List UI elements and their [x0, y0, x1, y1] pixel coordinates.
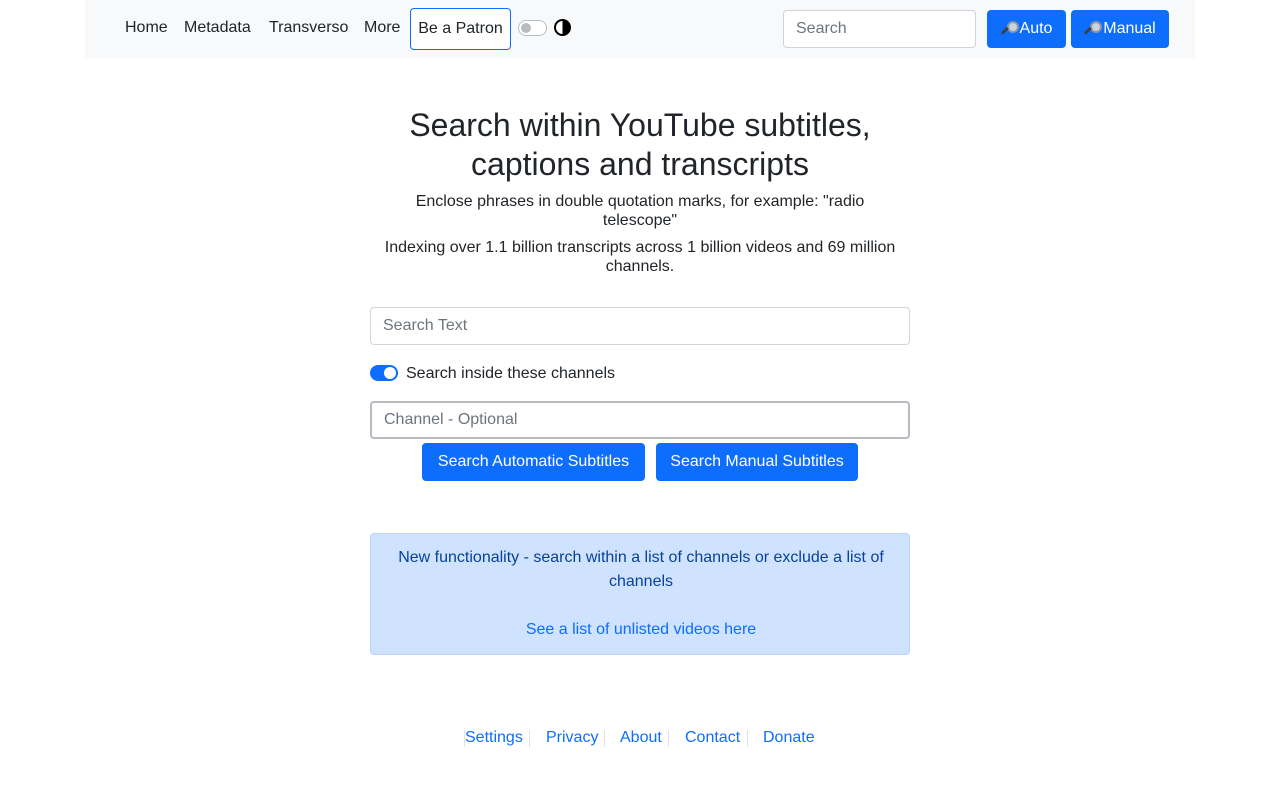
index-stats: Indexing over 1.1 billion transcripts ac… — [384, 239, 896, 275]
manual-search-button[interactable]: Manual — [1071, 10, 1169, 48]
search-automatic-subtitles-button[interactable]: Search Automatic Subtitles — [422, 443, 645, 481]
magnifier-icon — [1084, 20, 1103, 38]
unlisted-videos-link[interactable]: See a list of unlisted videos here — [371, 618, 911, 642]
channel-toggle-label[interactable]: Search inside these channels — [406, 364, 615, 383]
channel-input[interactable] — [370, 401, 910, 439]
footer-link-donate[interactable]: Donate — [763, 727, 815, 749]
be-a-patron-button[interactable]: Be a Patron — [410, 8, 511, 50]
channel-toggle-knob — [384, 367, 396, 379]
search-manual-subtitles-button[interactable]: Search Manual Subtitles — [656, 443, 858, 481]
info-alert: New functionality - search within a list… — [370, 533, 910, 655]
contrast-icon[interactable] — [554, 19, 571, 36]
auto-search-label: Auto — [1019, 20, 1053, 37]
footer-link-about[interactable]: About — [620, 727, 662, 749]
auto-search-button[interactable]: Auto — [987, 10, 1066, 48]
channel-search-toggle[interactable] — [370, 365, 398, 381]
footer-divider — [529, 730, 530, 747]
nav-link-home[interactable]: Home — [125, 17, 168, 39]
footer-link-contact[interactable]: Contact — [685, 727, 740, 749]
phrase-hint: Enclose phrases in double quotation mark… — [415, 193, 865, 229]
footer-link-settings[interactable]: Settings — [465, 727, 523, 749]
info-alert-text: New functionality - search within a list… — [398, 549, 884, 590]
manual-search-label: Manual — [1103, 20, 1156, 37]
page-title: Search within YouTube subtitles, caption… — [409, 107, 871, 182]
footer-link-privacy[interactable]: Privacy — [546, 727, 598, 749]
nav-link-more[interactable]: More — [364, 17, 400, 39]
search-text-input[interactable] — [370, 307, 910, 345]
top-navbar: Home Metadata Transverso More Be a Patro… — [85, 0, 1195, 58]
theme-toggle[interactable] — [518, 20, 547, 36]
footer-divider — [668, 730, 669, 747]
nav-search-input[interactable] — [783, 10, 976, 48]
nav-link-transverso[interactable]: Transverso — [269, 17, 348, 39]
footer-divider — [604, 730, 605, 747]
theme-toggle-knob — [521, 23, 531, 33]
nav-link-metadata[interactable]: Metadata — [184, 17, 251, 39]
footer: Settings Privacy About Contact Donate — [0, 727, 1280, 749]
footer-divider — [747, 730, 748, 747]
magnifier-icon — [1000, 20, 1019, 38]
